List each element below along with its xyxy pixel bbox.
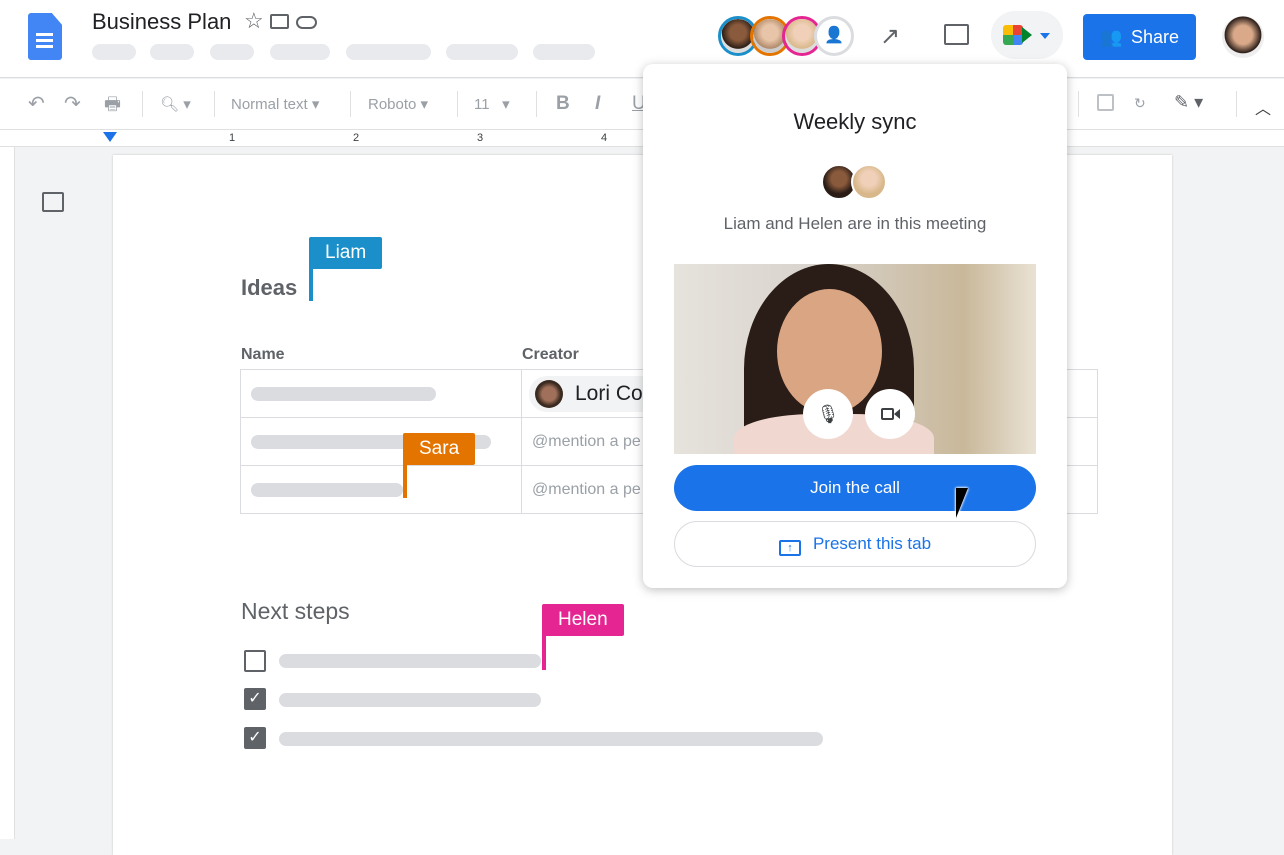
menu-view[interactable]	[210, 44, 254, 60]
zoom-icon[interactable]: 🔍︎ ▾	[160, 95, 191, 113]
task-checkbox-checked[interactable]: ✓	[244, 688, 266, 710]
activity-trend-icon[interactable]: ↗	[880, 22, 900, 51]
camera-button[interactable]	[865, 389, 915, 439]
menu-tools[interactable]	[446, 44, 518, 60]
meeting-title: Weekly sync	[793, 109, 917, 134]
ideas-heading: Ideas	[241, 275, 298, 300]
present-tab-button[interactable]: ↑ Present this tab	[674, 521, 1036, 567]
account-avatar[interactable]	[1222, 16, 1264, 58]
mouse-pointer-icon	[956, 488, 968, 518]
meet-popup: Weekly sync Liam and Helen are in this m…	[643, 64, 1067, 588]
chevron-down-icon	[1040, 33, 1050, 39]
horizontal-ruler[interactable]: 1 2 3 4	[0, 129, 1284, 147]
comments-icon[interactable]	[944, 24, 969, 45]
microphone-button[interactable]: 🎙︎	[803, 389, 853, 439]
outline-icon[interactable]	[42, 192, 64, 212]
link-icon[interactable]: ↻	[1134, 95, 1146, 112]
people-icon: 👥	[1100, 27, 1123, 47]
present-icon: ↑	[778, 540, 801, 556]
move-to-folder-icon[interactable]	[270, 14, 289, 29]
menu-file[interactable]	[92, 44, 136, 60]
cursor-flag-helen: Helen	[542, 604, 624, 636]
bold-button[interactable]: B	[556, 93, 570, 115]
style-select[interactable]: Normal text ▾	[231, 95, 319, 113]
camera-icon	[881, 408, 894, 420]
participants-status: Liam and Helen are in this meeting	[723, 214, 987, 233]
cursor-flag-liam: Liam	[309, 237, 383, 269]
italic-button[interactable]: I	[595, 93, 600, 115]
meet-logo-icon	[1003, 25, 1023, 45]
editing-mode-icon[interactable]: ✎ ▾	[1174, 92, 1203, 113]
column-header-name: Name	[241, 346, 285, 363]
redo-icon[interactable]: ↷	[64, 91, 81, 116]
toolbar: ↶ ↷ 🖶 🔍︎ ▾ Normal text ▾ Roboto ▾ 11 ▾ B…	[0, 79, 1284, 129]
font-size-select[interactable]: 11 ▾	[474, 95, 510, 113]
insert-image-icon[interactable]	[1097, 94, 1114, 111]
star-icon[interactable]: ☆	[244, 8, 264, 34]
vertical-ruler[interactable]	[0, 147, 15, 839]
cursor-flag-sara: Sara	[403, 433, 476, 465]
join-call-button[interactable]: Join the call	[674, 465, 1036, 511]
indent-marker-icon[interactable]	[103, 132, 117, 142]
next-steps-heading: Next steps	[241, 598, 350, 624]
participant-avatar	[851, 164, 887, 200]
task-checkbox-unchecked[interactable]	[244, 650, 266, 672]
share-button[interactable]: 👥 Share	[1083, 14, 1196, 60]
menu-edit[interactable]	[150, 44, 194, 60]
docs-logo-icon[interactable]	[28, 13, 62, 60]
video-preview: 🎙︎	[674, 264, 1036, 454]
menu-insert[interactable]	[270, 44, 330, 60]
avatar	[535, 380, 563, 408]
undo-icon[interactable]: ↶	[28, 91, 45, 116]
task-checkbox-checked[interactable]: ✓	[244, 727, 266, 749]
app-header: Business Plan ☆ 👤 ↗ 👥 Share	[0, 0, 1284, 78]
font-select[interactable]: Roboto ▾	[368, 95, 428, 113]
meet-button[interactable]	[991, 11, 1063, 59]
more-viewers-icon[interactable]: 👤	[814, 16, 854, 56]
menu-format[interactable]	[346, 44, 431, 60]
cloud-saved-icon[interactable]	[296, 16, 317, 29]
column-header-creator: Creator	[522, 346, 579, 363]
menu-help[interactable]	[533, 44, 595, 60]
collapse-toolbar-icon[interactable]: ︿	[1255, 95, 1271, 119]
print-icon[interactable]: 🖶	[104, 92, 121, 122]
document-title[interactable]: Business Plan	[92, 9, 231, 35]
